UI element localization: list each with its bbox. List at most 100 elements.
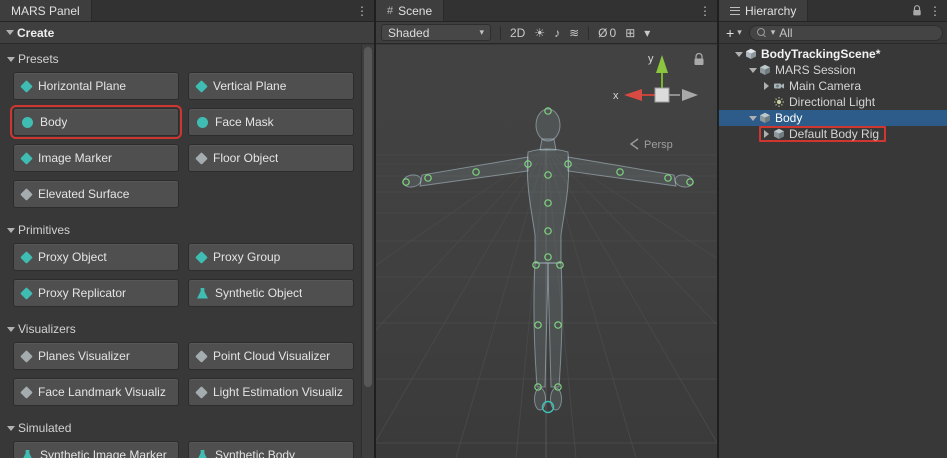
scene-menu-icon[interactable]: ⋮: [699, 5, 711, 17]
foldout-arrow-icon: [5, 54, 16, 65]
create-button-floor-object[interactable]: Floor Object: [188, 144, 354, 172]
section-foldout-presets[interactable]: Presets: [0, 51, 361, 67]
hierarchy-item-content: Main Camera: [761, 78, 861, 94]
hierarchy-item-content: Default Body Rig: [759, 126, 886, 142]
shading-mode-label: Shaded: [388, 26, 429, 40]
create-button-proxy-object[interactable]: Proxy Object: [13, 243, 179, 271]
foldout-arrow-icon[interactable]: [733, 49, 744, 60]
persp-chevron-icon: [631, 139, 638, 149]
scene-viewport[interactable]: y x Persp: [376, 45, 717, 458]
add-gameobject-button[interactable]: + ▾: [723, 25, 745, 41]
hierarchy-item-main-camera[interactable]: Main Camera: [719, 78, 947, 94]
y-axis-cone[interactable]: [656, 55, 668, 73]
create-button-label: Image Marker: [38, 151, 112, 165]
create-button-image-marker[interactable]: Image Marker: [13, 144, 179, 172]
section-foldout-primitives[interactable]: Primitives: [0, 222, 361, 238]
hierarchy-item-bodytrackingscene[interactable]: BodyTrackingScene*: [719, 46, 947, 62]
create-button-label: Horizontal Plane: [38, 79, 126, 93]
create-button-horizontal-plane[interactable]: Horizontal Plane: [13, 72, 179, 100]
section-label: Primitives: [18, 223, 70, 237]
grid-toggle-icon[interactable]: ⊞: [625, 26, 635, 40]
create-button-synthetic-image-marker[interactable]: Synthetic Image Marker: [13, 441, 179, 458]
x-axis-cone[interactable]: [624, 89, 642, 101]
tab-scene[interactable]: # Scene: [376, 0, 444, 21]
proxy-group-icon: [195, 251, 208, 264]
scene-tabbar: # Scene ⋮: [376, 0, 717, 22]
create-foldout[interactable]: Create: [0, 22, 374, 44]
floor-object-icon: [195, 152, 208, 165]
light-icon: [773, 96, 786, 108]
unity-editor-window: MARS Panel ⋮ Create Presets Horizontal Pl…: [0, 0, 947, 458]
hierarchy-tab-label: Hierarchy: [745, 4, 796, 18]
gizmo-center-cube[interactable]: [655, 88, 669, 102]
hierarchy-panel: Hierarchy ⋮ + ▾ ▾ All: [719, 0, 947, 458]
projection-toggle[interactable]: Persp: [631, 139, 673, 151]
create-button-proxy-group[interactable]: Proxy Group: [188, 243, 354, 271]
create-button-face-landmark-visualiz[interactable]: Face Landmark Visualiz: [13, 378, 179, 406]
scene-lighting-toggle-icon[interactable]: ☀: [534, 26, 545, 40]
hierarchy-item-content: Directional Light: [761, 94, 875, 110]
hierarchy-menu-icon[interactable]: ⋮: [929, 5, 941, 17]
scrollbar-thumb[interactable]: [364, 47, 372, 387]
foldout-arrow-icon: [5, 225, 16, 236]
toolbar-divider: [500, 26, 501, 40]
mars-create-sections: Presets Horizontal Plane Vertical Plane Bod…: [0, 45, 361, 458]
hierarchy-item-mars-session[interactable]: MARS Session: [719, 62, 947, 78]
foldout-arrow-icon[interactable]: [747, 65, 758, 76]
create-button-vertical-plane[interactable]: Vertical Plane: [188, 72, 354, 100]
tab-hierarchy[interactable]: Hierarchy: [719, 0, 808, 21]
create-button-synthetic-body[interactable]: Synthetic Body: [188, 441, 354, 458]
hidden-eye-icon: Ø: [598, 26, 607, 40]
grid-options-caret-icon[interactable]: ▾: [644, 26, 650, 40]
create-button-synthetic-object[interactable]: Synthetic Object: [188, 279, 354, 307]
shading-mode-dropdown[interactable]: Shaded ▾: [381, 24, 491, 41]
create-button-planes-visualizer[interactable]: Planes Visualizer: [13, 342, 179, 370]
hierarchy-item-label: Default Body Rig: [789, 127, 879, 141]
2d-toggle[interactable]: 2D: [510, 26, 525, 40]
section-foldout-simulated[interactable]: Simulated: [0, 420, 361, 436]
scene-panel: # Scene ⋮ Shaded ▾ 2D ☀ ♪ ≋ Ø 0 ⊞ ▾: [376, 0, 717, 458]
hierarchy-item-content: MARS Session: [747, 62, 856, 78]
hierarchy-tab-icon: [730, 7, 740, 15]
hierarchy-item-default-body-rig[interactable]: Default Body Rig: [719, 126, 947, 142]
hierarchy-search-input[interactable]: ▾ All: [749, 25, 943, 41]
create-button-light-estimation-visualiz[interactable]: Light Estimation Visualiz: [188, 378, 354, 406]
create-button-label: Synthetic Object: [215, 286, 302, 300]
hierarchy-toolbar: + ▾ ▾ All: [719, 22, 947, 44]
face-landmark-visualiz-icon: [20, 386, 33, 399]
foldout-arrow-icon[interactable]: [761, 129, 772, 140]
create-button-label: Face Mask: [215, 115, 274, 129]
search-filter-caret-icon: ▾: [771, 27, 776, 38]
create-button-point-cloud-visualizer[interactable]: Point Cloud Visualizer: [188, 342, 354, 370]
orientation-gizmo[interactable]: y x: [613, 53, 698, 102]
scene-visibility-toggle[interactable]: Ø 0: [598, 26, 616, 40]
foldout-arrow-icon[interactable]: [761, 81, 772, 92]
plus-icon: +: [726, 25, 734, 41]
create-button-elevated-surface[interactable]: Elevated Surface: [13, 180, 179, 208]
hierarchy-item-directional-light[interactable]: Directional Light: [719, 94, 947, 110]
vertical-scrollbar[interactable]: [361, 45, 374, 458]
foldout-arrow-icon: [4, 27, 15, 38]
proxy-object-icon: [20, 251, 33, 264]
hierarchy-item-label: BodyTrackingScene*: [761, 47, 880, 61]
cube-icon: [759, 64, 772, 76]
create-button-body[interactable]: Body: [13, 108, 179, 136]
effects-toggle-icon[interactable]: ≋: [569, 26, 579, 40]
create-button-label: Light Estimation Visualiz: [213, 385, 343, 399]
create-button-label: Body: [40, 115, 67, 129]
search-filter-label: All: [779, 26, 792, 40]
section-foldout-visualizers[interactable]: Visualizers: [0, 321, 361, 337]
z-axis-cone[interactable]: [682, 89, 698, 101]
hierarchy-item-content: Body: [747, 110, 802, 126]
foldout-arrow-icon[interactable]: [747, 113, 758, 124]
hierarchy-item-content: BodyTrackingScene*: [733, 46, 880, 62]
hierarchy-item-body[interactable]: Body: [719, 110, 947, 126]
scene-toolbar: Shaded ▾ 2D ☀ ♪ ≋ Ø 0 ⊞ ▾: [376, 22, 717, 44]
mars-panel-menu-icon[interactable]: ⋮: [356, 5, 368, 17]
audio-toggle-icon[interactable]: ♪: [554, 26, 560, 40]
scene-lock-icon[interactable]: [695, 54, 704, 66]
tab-mars-panel[interactable]: MARS Panel: [0, 0, 92, 21]
create-button-face-mask[interactable]: Face Mask: [188, 108, 354, 136]
create-button-proxy-replicator[interactable]: Proxy Replicator: [13, 279, 179, 307]
lock-icon[interactable]: [912, 5, 922, 17]
